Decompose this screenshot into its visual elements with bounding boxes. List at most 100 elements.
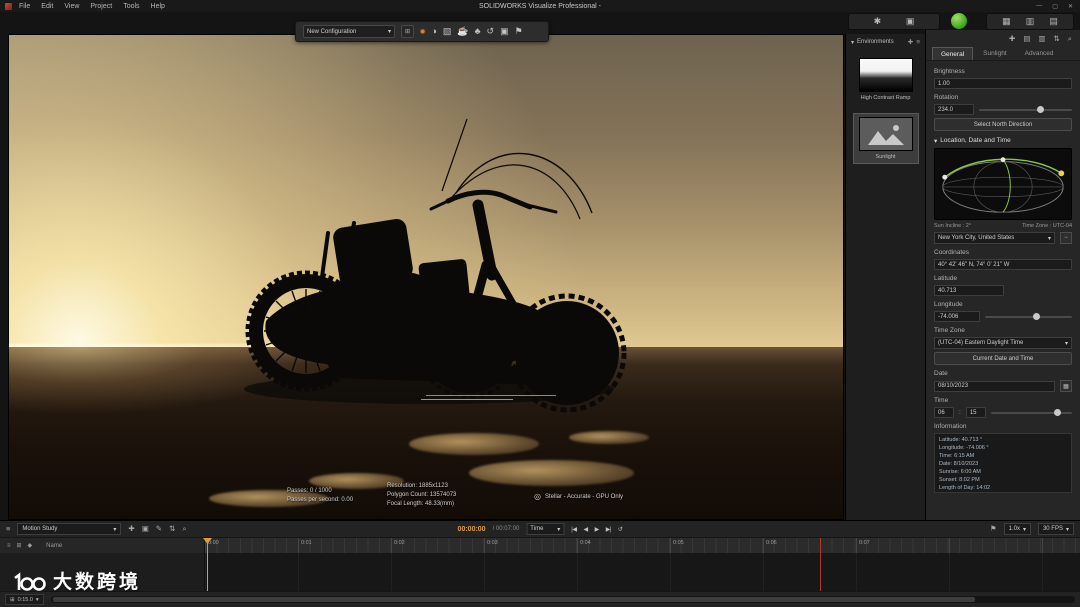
timeline-scrollbar[interactable] bbox=[51, 596, 1075, 603]
layout-split-icon[interactable]: ▥ bbox=[1026, 17, 1035, 26]
menu-item[interactable]: Help bbox=[151, 3, 165, 10]
time-hour-field[interactable]: 06 bbox=[934, 407, 954, 418]
timeline-menu-icon[interactable]: ≡ bbox=[6, 525, 10, 533]
menu-item[interactable]: Edit bbox=[41, 3, 53, 10]
zoom-timeline-icon[interactable]: ⌕ bbox=[182, 525, 186, 533]
gear-icon[interactable]: ✱ bbox=[874, 17, 882, 26]
rotation-slider[interactable] bbox=[979, 109, 1072, 111]
info-line: Time: 6:15 AM bbox=[939, 453, 1067, 461]
calendar-icon[interactable]: ▦ bbox=[1060, 380, 1072, 392]
environment-label: Sunlight bbox=[855, 154, 917, 160]
brightness-field[interactable]: 1.00 bbox=[934, 78, 1072, 89]
watermark-logo-icon bbox=[12, 570, 46, 592]
menu-item[interactable]: File bbox=[19, 3, 30, 10]
skip-start-button[interactable]: |◀ bbox=[571, 526, 576, 533]
environments-menu-icon[interactable]: ≡ bbox=[916, 39, 920, 46]
interval-dropdown[interactable]: ⊞ 0:15.0 ▾ bbox=[5, 594, 44, 605]
chevron-down-icon: ▾ bbox=[1048, 235, 1051, 242]
track-filter-icon[interactable]: ≡ bbox=[7, 543, 11, 549]
render-status-icon[interactable] bbox=[951, 13, 967, 29]
scene-icon[interactable]: ▣ bbox=[906, 17, 915, 26]
flag-icon[interactable]: ⚑ bbox=[990, 525, 997, 533]
camera-icon[interactable]: ▣ bbox=[500, 27, 509, 36]
folder-icon[interactable]: ▥ bbox=[1038, 34, 1045, 44]
keyframe-icon[interactable]: ◆ bbox=[28, 542, 33, 549]
turntable-icon[interactable]: ↺ bbox=[487, 27, 495, 36]
menu-item[interactable]: Project bbox=[90, 3, 112, 10]
timecode-current: 00:00:00 bbox=[458, 526, 486, 533]
edit-track-icon[interactable]: ✎ bbox=[156, 525, 162, 533]
collapse-caret-icon[interactable]: ▾ bbox=[851, 39, 854, 46]
camera-track-icon[interactable]: ▣ bbox=[142, 525, 149, 533]
track-expand-icon[interactable]: ⊞ bbox=[17, 542, 22, 549]
menu-item[interactable]: Tools bbox=[123, 3, 139, 10]
add-environment-icon[interactable]: ✚ bbox=[908, 38, 913, 46]
search-icon[interactable]: ⌕ bbox=[1068, 34, 1072, 44]
configuration-options-button[interactable]: ⊞ bbox=[401, 25, 414, 38]
step-back-button[interactable]: ◀ bbox=[583, 526, 587, 533]
decal-icon[interactable]: ▧ bbox=[443, 27, 452, 36]
longitude-slider[interactable] bbox=[985, 316, 1072, 318]
remove-location-button[interactable]: − bbox=[1060, 232, 1072, 244]
file-icon[interactable]: ▤ bbox=[1023, 34, 1030, 44]
loop-button[interactable]: ↺ bbox=[618, 526, 623, 533]
name-column-header: Name bbox=[46, 543, 62, 549]
layout-grid-icon[interactable]: ▤ bbox=[1049, 17, 1058, 26]
grid-icon: ⊞ bbox=[10, 597, 15, 603]
motion-study-dropdown[interactable]: Motion Study ▾ bbox=[17, 523, 121, 535]
time-format-dropdown[interactable]: Time ▾ bbox=[526, 523, 564, 535]
timeline-ruler[interactable]: 0:000:010:020:030:040:050:060:07 bbox=[205, 538, 1080, 553]
configuration-dropdown[interactable]: New Configuration ▾ bbox=[303, 25, 395, 38]
close-button[interactable]: ✕ bbox=[1068, 3, 1073, 10]
tab-sunlight[interactable]: Sunlight bbox=[975, 47, 1015, 60]
end-marker-line[interactable] bbox=[820, 538, 821, 591]
watermark-text: 大数跨境 bbox=[53, 567, 141, 594]
render-viewport[interactable]: Passes: 0 / 1000 Passes per second: 0.00… bbox=[8, 34, 844, 520]
time-slider[interactable] bbox=[991, 412, 1072, 414]
render-tools-icon[interactable]: ⚑ bbox=[515, 27, 523, 36]
appearance-icon[interactable]: ● bbox=[420, 27, 425, 36]
tab-advanced[interactable]: Advanced bbox=[1017, 47, 1062, 60]
track-area[interactable] bbox=[205, 553, 1080, 591]
longitude-field[interactable]: -74.006 bbox=[934, 311, 980, 322]
playback-speed-dropdown[interactable]: 1.0x ▾ bbox=[1004, 523, 1031, 535]
scrollbar-thumb[interactable] bbox=[53, 597, 975, 602]
chevron-down-icon: ▾ bbox=[1065, 340, 1068, 347]
ruler-label: 0:00 bbox=[205, 538, 298, 553]
plant-icon[interactable]: ♣ bbox=[475, 27, 481, 36]
coordinates-field[interactable]: 40° 42' 46" N, 74° 0' 21" W bbox=[934, 259, 1072, 270]
latitude-label: Latitude bbox=[934, 275, 1072, 282]
environment-item-sunlight[interactable]: Sunlight bbox=[853, 113, 919, 164]
minimize-button[interactable]: — bbox=[1036, 3, 1042, 10]
add-keyframe-icon[interactable]: ✚ bbox=[128, 525, 134, 533]
current-date-time-button[interactable]: Current Date and Time bbox=[934, 352, 1072, 365]
menu-item[interactable]: View bbox=[64, 3, 79, 10]
time-minute-field[interactable]: 15 bbox=[966, 407, 986, 418]
time-format-label: Time bbox=[530, 526, 543, 532]
plus-icon[interactable]: ✚ bbox=[1009, 34, 1015, 44]
environment-icon[interactable]: ☕ bbox=[457, 27, 468, 36]
date-field[interactable]: 08/10/2023 bbox=[934, 381, 1055, 392]
select-north-direction-button[interactable]: Select North Direction bbox=[934, 118, 1072, 131]
sort-tracks-icon[interactable]: ⇅ bbox=[169, 525, 175, 533]
playhead-line[interactable] bbox=[207, 538, 208, 591]
skip-end-button[interactable]: ▶| bbox=[606, 526, 611, 533]
import-export-icon[interactable]: ⇅ bbox=[1054, 34, 1060, 44]
fps-dropdown[interactable]: 30 FPS ▾ bbox=[1038, 523, 1074, 535]
ruler-label: 0:07 bbox=[856, 538, 949, 553]
rotation-field[interactable]: 234.0 bbox=[934, 104, 974, 115]
ruler-label: 0:02 bbox=[391, 538, 484, 553]
multilayer-appearance-icon[interactable]: ◑ bbox=[431, 27, 436, 36]
collapse-caret-icon[interactable]: ▾ bbox=[934, 137, 937, 145]
timezone-dropdown[interactable]: (UTC-04) Eastern Daylight Time ▾ bbox=[934, 337, 1072, 349]
layout-single-icon[interactable]: ▦ bbox=[1002, 17, 1011, 26]
maximize-button[interactable]: ▢ bbox=[1052, 3, 1058, 10]
tab-general[interactable]: General bbox=[932, 47, 973, 60]
city-dropdown[interactable]: New York City, United States ▾ bbox=[934, 232, 1055, 244]
play-button[interactable]: ▶ bbox=[595, 526, 599, 533]
environment-item-high-contrast-ramp[interactable]: High Contrast Ramp bbox=[853, 54, 919, 105]
sun-path-widget[interactable] bbox=[934, 148, 1072, 220]
environments-header: Environments bbox=[857, 39, 894, 45]
latitude-field[interactable]: 40.713 bbox=[934, 285, 1004, 296]
sunlight-thumbnail bbox=[859, 117, 913, 151]
